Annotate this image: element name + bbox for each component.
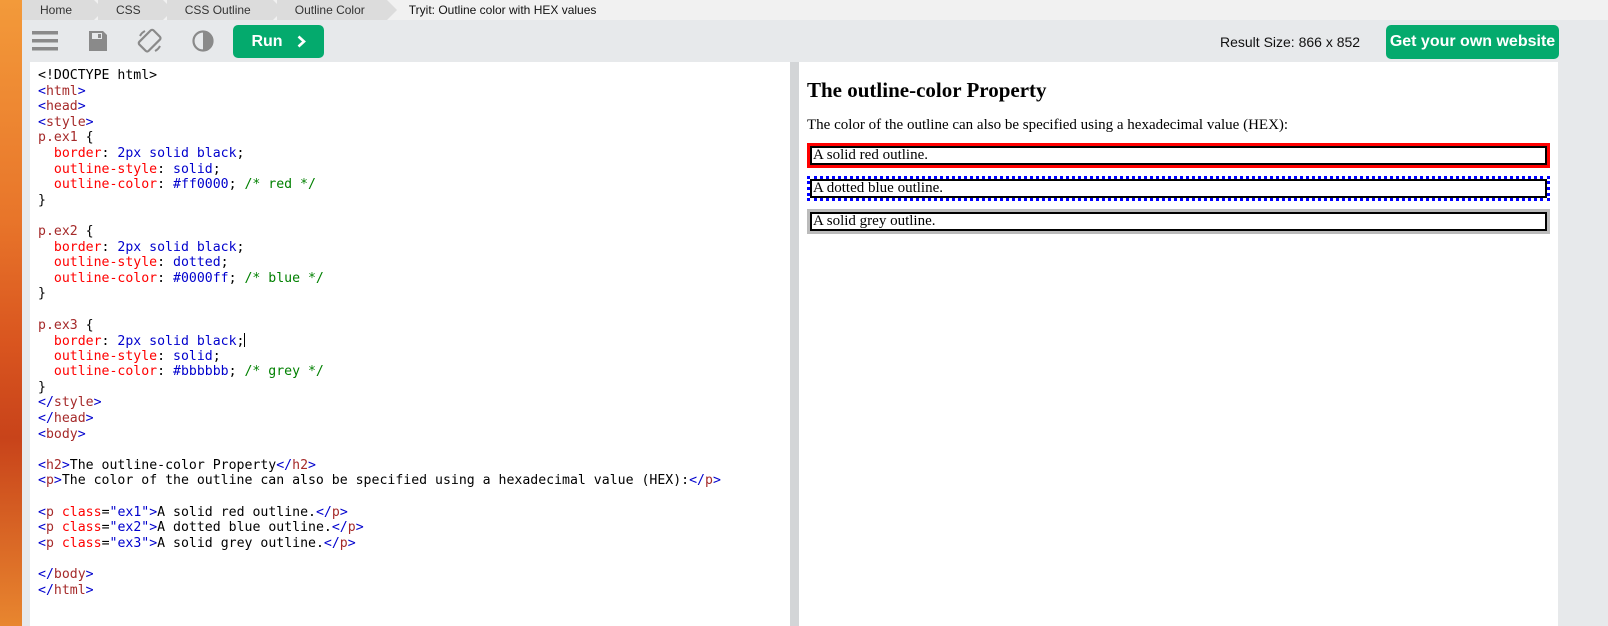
menu-icon[interactable]	[30, 26, 60, 56]
code-line: outline-color: #ff0000; /* red */	[53, 177, 316, 193]
code-line: outline-style: dotted;	[53, 255, 229, 271]
run-button[interactable]: Run	[233, 25, 324, 58]
code-line: <p>The color of the outline can also be …	[38, 473, 721, 489]
code-line: p.ex1 {	[38, 130, 94, 146]
code-line: <p class="ex3">A solid grey outline.</p>	[38, 535, 356, 551]
code-line: <head>	[38, 99, 86, 115]
chevron-right-icon	[297, 35, 306, 48]
code-line: <h2>The outline-color Property</h2>	[38, 457, 316, 473]
code-line: <body>	[38, 426, 86, 442]
breadcrumb-home[interactable]: Home	[22, 0, 105, 20]
result-intro: The color of the outline can also be spe…	[807, 117, 1289, 133]
breadcrumb-css[interactable]: CSS	[98, 0, 173, 20]
code-line: }	[38, 379, 46, 395]
code-line: border: 2px solid black;	[53, 145, 245, 161]
code-line: <html>	[38, 83, 86, 99]
code-line: </html>	[38, 582, 94, 598]
code-line: }	[38, 192, 46, 208]
rotate-icon[interactable]	[135, 26, 165, 56]
code-line: <p class="ex2">A dotted blue outline.</p…	[38, 520, 364, 536]
code-line: }	[38, 286, 46, 302]
example-grey-outline: A solid grey outline.	[807, 209, 1550, 234]
desktop-wallpaper	[0, 0, 22, 626]
code-editor[interactable]: <!DOCTYPE html> <html> <head> <style> p.ex1 …	[30, 62, 790, 626]
code-line: </body>	[38, 567, 94, 582]
code-line: outline-color: #0000ff; /* blue */	[53, 270, 324, 286]
get-your-own-website-button[interactable]: Get your own website	[1386, 25, 1559, 59]
breadcrumb-outline-color[interactable]: Outline Color	[276, 0, 397, 20]
result-heading: The outline-color Property	[807, 78, 1047, 102]
example-blue-outline: A dotted blue outline.	[807, 176, 1550, 201]
code-line: p.ex3 {	[38, 317, 94, 333]
tryit-editor-app: Home CSS CSS Outline Outline Color Tryit…	[22, 0, 1608, 626]
code-line: <style>	[38, 114, 94, 130]
code-line: </style>	[38, 395, 102, 411]
breadcrumb: Home CSS CSS Outline Outline Color Tryit…	[22, 0, 1608, 20]
code-line: outline-color: #bbbbbb; /* grey */	[53, 364, 324, 380]
code-line: p.ex2 {	[38, 223, 94, 239]
run-button-label: Run	[251, 32, 283, 50]
code-line: <p class="ex1">A solid red outline.</p>	[38, 504, 348, 520]
breadcrumb-css-outline[interactable]: CSS Outline	[166, 0, 283, 20]
save-icon[interactable]	[83, 26, 113, 56]
code-line: outline-style: solid;	[53, 161, 221, 177]
code-line: outline-style: solid;	[53, 348, 221, 364]
right-margin	[1558, 62, 1608, 626]
code-line: </head>	[38, 411, 94, 427]
code-line: <!DOCTYPE html>	[38, 68, 158, 83]
code-line: border: 2px solid black;	[53, 239, 245, 255]
example-red-outline: A solid red outline.	[807, 143, 1550, 168]
contrast-icon[interactable]	[188, 26, 218, 56]
toolbar: Run Result Size: 866 x 852 Get your own …	[22, 20, 1608, 62]
code-line: border: 2px solid black;	[53, 333, 246, 350]
result-pane: The outline-color Property The color of …	[799, 62, 1558, 626]
pane-divider[interactable]	[790, 62, 799, 626]
breadcrumb-current-page: Tryit: Outline color with HEX values	[408, 3, 597, 17]
result-size-label: Result Size: 866 x 852	[1220, 34, 1361, 50]
